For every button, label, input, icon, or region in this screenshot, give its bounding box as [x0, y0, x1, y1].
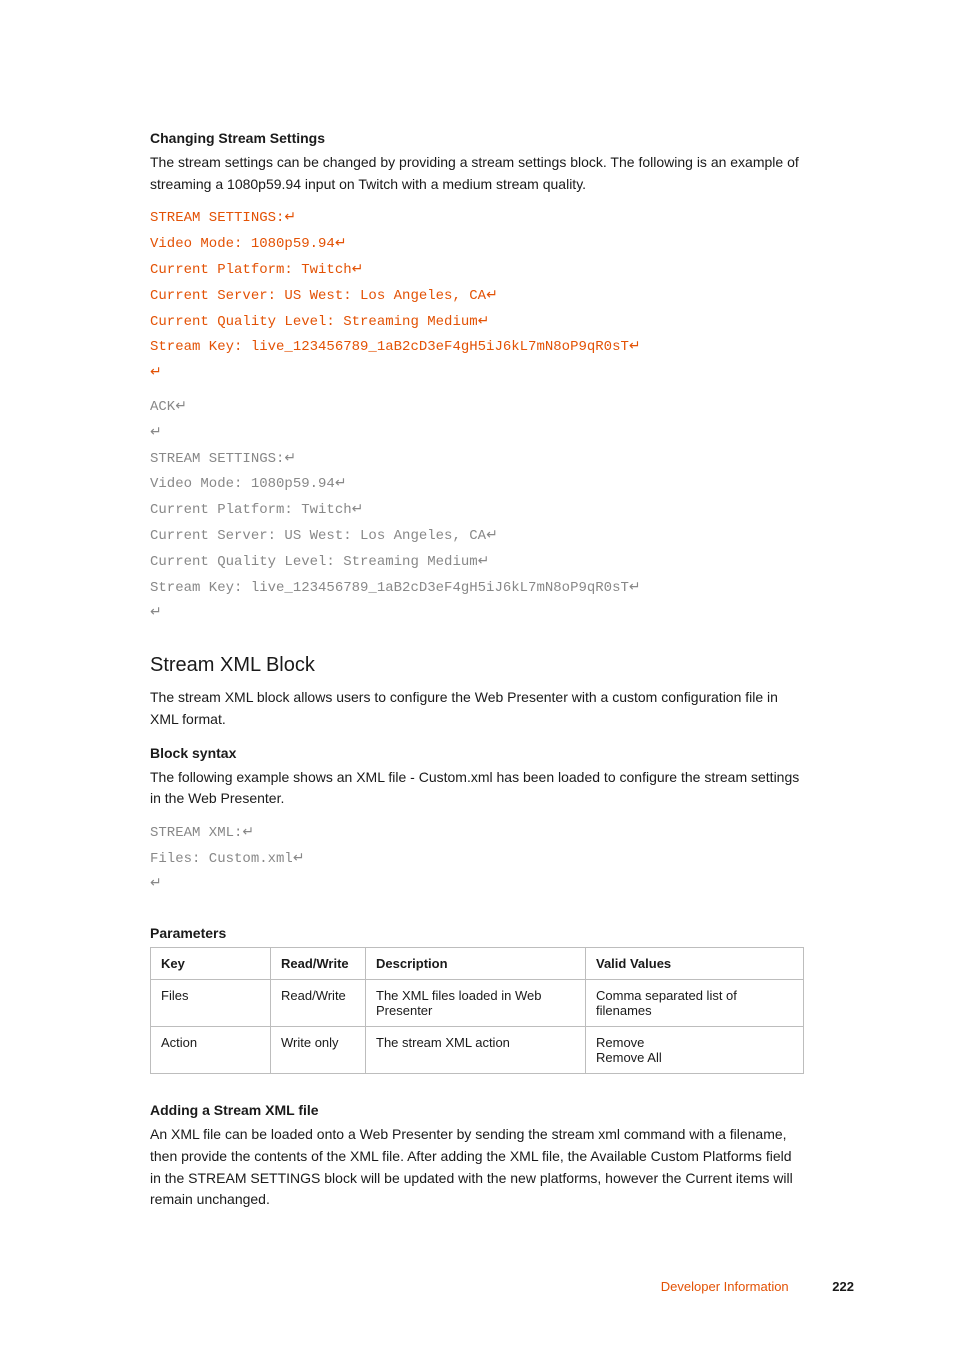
- code-line: STREAM SETTINGS:: [150, 210, 284, 226]
- code-line: Video Mode: 1080p59.94: [150, 476, 335, 492]
- code-line: Current Quality Level: Streaming Medium: [150, 554, 478, 570]
- th-valid-values: Valid Values: [586, 948, 804, 980]
- newline-icon: ↵: [150, 363, 162, 379]
- newline-icon: ↵: [150, 874, 162, 890]
- newline-icon: ↵: [352, 260, 364, 276]
- newline-icon: ↵: [478, 552, 490, 568]
- valid-value-line: Remove All: [596, 1050, 662, 1065]
- newline-icon: ↵: [629, 578, 641, 594]
- para-block-syntax: The following example shows an XML file …: [150, 767, 804, 810]
- code-stream-settings-request: STREAM SETTINGS:↵ Video Mode: 1080p59.94…: [150, 205, 804, 386]
- cell-valid: Comma separated list of filenames: [586, 980, 804, 1027]
- newline-icon: ↵: [284, 208, 296, 224]
- heading-adding-stream-xml: Adding a Stream XML file: [150, 1102, 804, 1118]
- newline-icon: ↵: [335, 234, 347, 250]
- footer-section-label: Developer Information: [661, 1279, 789, 1294]
- code-line: ACK: [150, 399, 175, 415]
- para-adding-stream-xml: An XML file can be loaded onto a Web Pre…: [150, 1124, 804, 1211]
- heading-stream-xml-block: Stream XML Block: [150, 654, 804, 677]
- cell-desc: The stream XML action: [366, 1027, 586, 1074]
- newline-icon: ↵: [175, 397, 187, 413]
- th-key: Key: [151, 948, 271, 980]
- newline-icon: ↵: [150, 423, 162, 439]
- cell-rw: Read/Write: [271, 980, 366, 1027]
- newline-icon: ↵: [293, 849, 305, 865]
- code-line: STREAM XML:: [150, 825, 242, 841]
- th-description: Description: [366, 948, 586, 980]
- para-stream-xml-intro: The stream XML block allows users to con…: [150, 687, 804, 730]
- heading-parameters: Parameters: [150, 925, 804, 941]
- table-header-row: Key Read/Write Description Valid Values: [151, 948, 804, 980]
- code-line: Current Platform: Twitch: [150, 502, 352, 518]
- cell-rw: Write only: [271, 1027, 366, 1074]
- page-footer: Developer Information 222: [661, 1279, 854, 1294]
- newline-icon: ↵: [486, 526, 498, 542]
- code-line: Current Server: US West: Los Angeles, CA: [150, 528, 486, 544]
- code-line: Current Platform: Twitch: [150, 262, 352, 278]
- cell-key: Files: [151, 980, 271, 1027]
- heading-block-syntax: Block syntax: [150, 745, 804, 761]
- newline-icon: ↵: [478, 312, 490, 328]
- newline-icon: ↵: [629, 337, 641, 353]
- code-line: Files: Custom.xml: [150, 851, 293, 867]
- code-line: Video Mode: 1080p59.94: [150, 236, 335, 252]
- code-line: Stream Key: live_123456789_1aB2cD3eF4gH5…: [150, 339, 629, 355]
- newline-icon: ↵: [284, 449, 296, 465]
- code-line: Current Server: US West: Los Angeles, CA: [150, 288, 486, 304]
- footer-page-number: 222: [832, 1279, 854, 1294]
- code-line: STREAM SETTINGS:: [150, 451, 284, 467]
- cell-valid: Remove Remove All: [586, 1027, 804, 1074]
- newline-icon: ↵: [486, 286, 498, 302]
- newline-icon: ↵: [335, 474, 347, 490]
- table-row: Files Read/Write The XML files loaded in…: [151, 980, 804, 1027]
- code-line: Stream Key: live_123456789_1aB2cD3eF4gH5…: [150, 580, 629, 596]
- code-line: Current Quality Level: Streaming Medium: [150, 314, 478, 330]
- th-readwrite: Read/Write: [271, 948, 366, 980]
- newline-icon: ↵: [242, 823, 254, 839]
- table-row: Action Write only The stream XML action …: [151, 1027, 804, 1074]
- cell-key: Action: [151, 1027, 271, 1074]
- code-stream-settings-response: ACK↵ ↵ STREAM SETTINGS:↵ Video Mode: 108…: [150, 394, 804, 626]
- newline-icon: ↵: [150, 603, 162, 619]
- cell-desc: The XML files loaded in Web Presenter: [366, 980, 586, 1027]
- para-changing-stream-settings: The stream settings can be changed by pr…: [150, 152, 804, 195]
- newline-icon: ↵: [352, 500, 364, 516]
- parameters-table: Key Read/Write Description Valid Values …: [150, 947, 804, 1074]
- code-stream-xml: STREAM XML:↵ Files: Custom.xml↵ ↵: [150, 820, 804, 897]
- page-content: Changing Stream Settings The stream sett…: [0, 0, 954, 1211]
- heading-changing-stream-settings: Changing Stream Settings: [150, 130, 804, 146]
- valid-value-line: Remove: [596, 1035, 644, 1050]
